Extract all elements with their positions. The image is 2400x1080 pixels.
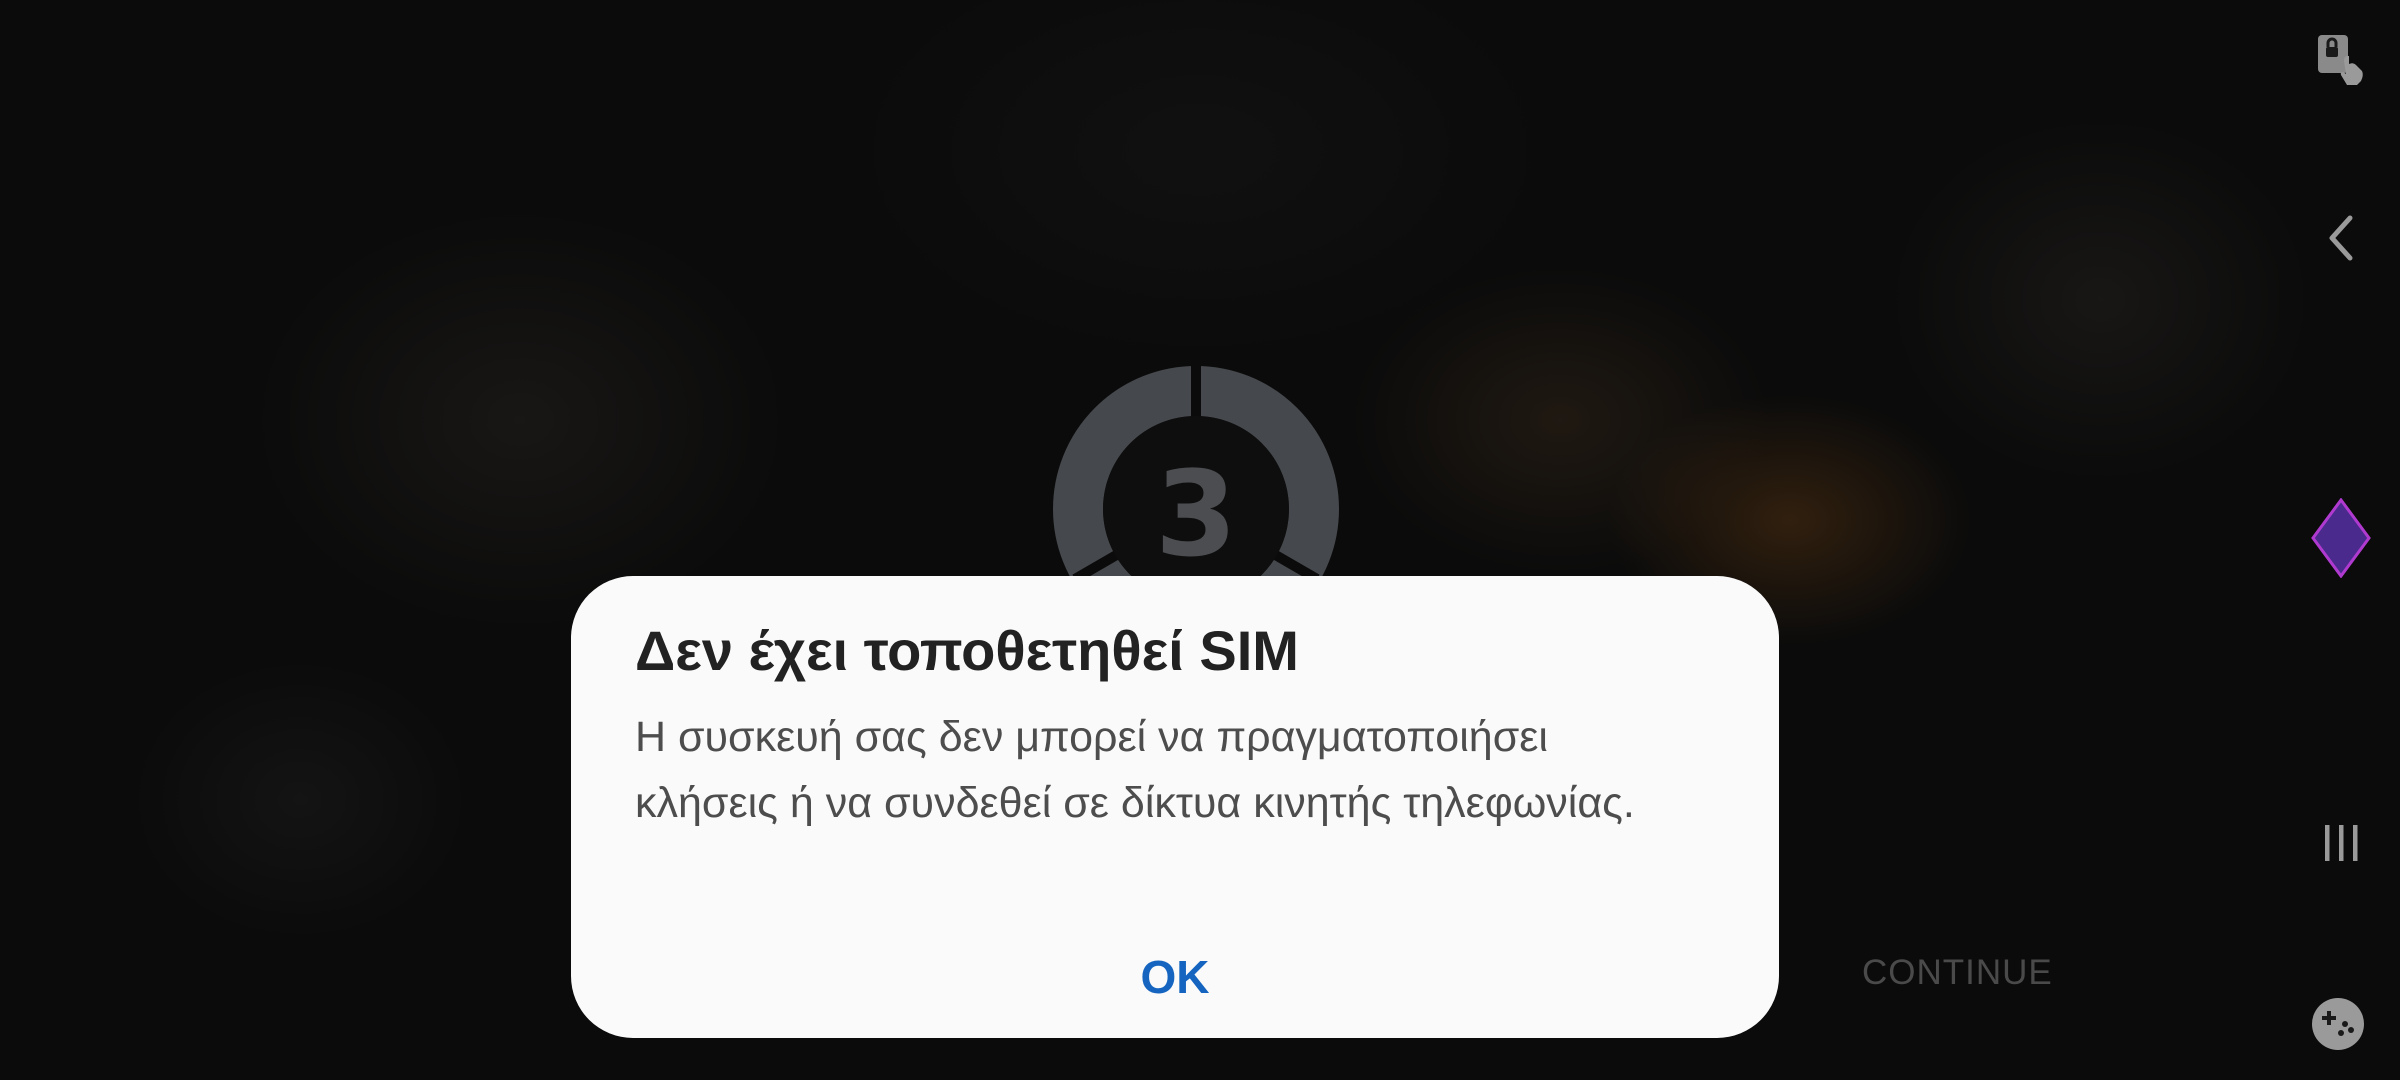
ok-button[interactable]: OK	[571, 942, 1779, 1012]
game-screen: 3 CONTINUE Δεν έχει τοποθετηθεί SIM Η συ…	[0, 0, 2400, 1080]
continue-button[interactable]: CONTINUE	[1862, 953, 2053, 993]
dialog-message: Η συσκευή σας δεν μπορεί να πραγματοποιή…	[635, 713, 1635, 827]
no-sim-dialog: Δεν έχει τοποθετηθεί SIM Η συσκευή σας δ…	[571, 576, 1779, 1038]
touch-lock-icon[interactable]	[2310, 28, 2370, 88]
gamepad-icon[interactable]	[2308, 994, 2368, 1054]
recent-apps-icon[interactable]	[2311, 816, 2371, 870]
game-booster-diamond-icon[interactable]	[2306, 498, 2376, 578]
back-chevron-icon[interactable]	[2316, 208, 2366, 268]
dialog-title: Δεν έχει τοποθετηθεί SIM	[635, 619, 1299, 682]
